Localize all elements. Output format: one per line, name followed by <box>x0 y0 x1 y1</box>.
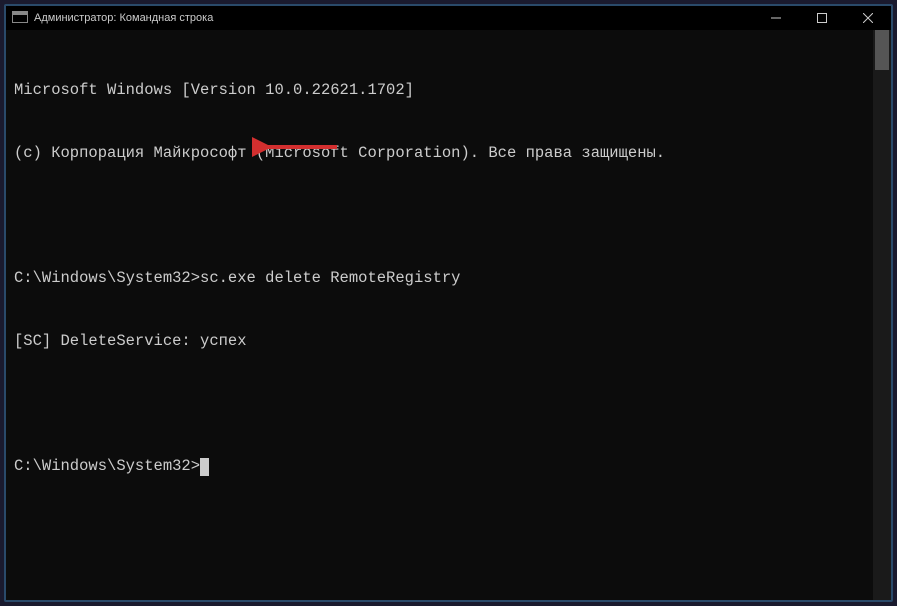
window-title: Администратор: Командная строка <box>34 12 213 24</box>
blank-line <box>14 394 887 415</box>
scrollbar-thumb[interactable] <box>875 30 889 70</box>
command-line-2: C:\Windows\System32> <box>14 456 887 477</box>
scrollbar[interactable] <box>873 30 891 600</box>
command-line-1: C:\Windows\System32>sc.exe delete Remote… <box>14 268 887 289</box>
blank-line <box>14 205 887 226</box>
terminal-body[interactable]: Microsoft Windows [Version 10.0.22621.17… <box>6 30 891 600</box>
close-button[interactable] <box>845 6 891 30</box>
minimize-button[interactable] <box>753 6 799 30</box>
maximize-button[interactable] <box>799 6 845 30</box>
terminal-content: Microsoft Windows [Version 10.0.22621.17… <box>14 38 887 592</box>
command-text: sc.exe delete RemoteRegistry <box>200 269 460 287</box>
cmd-icon <box>12 11 28 25</box>
titlebar-left: Администратор: Командная строка <box>12 11 213 25</box>
prompt-prefix: C:\Windows\System32> <box>14 269 200 287</box>
command-prompt-window: Администратор: Командная строка Microsof… <box>4 4 893 602</box>
prompt-prefix: C:\Windows\System32> <box>14 456 200 477</box>
output-result: [SC] DeleteService: успех <box>14 331 887 352</box>
text-cursor <box>200 458 209 476</box>
window-controls <box>753 6 891 30</box>
output-copyright: (c) Корпорация Майкрософт (Microsoft Cor… <box>14 143 887 164</box>
titlebar[interactable]: Администратор: Командная строка <box>6 6 891 30</box>
output-version: Microsoft Windows [Version 10.0.22621.17… <box>14 80 887 101</box>
